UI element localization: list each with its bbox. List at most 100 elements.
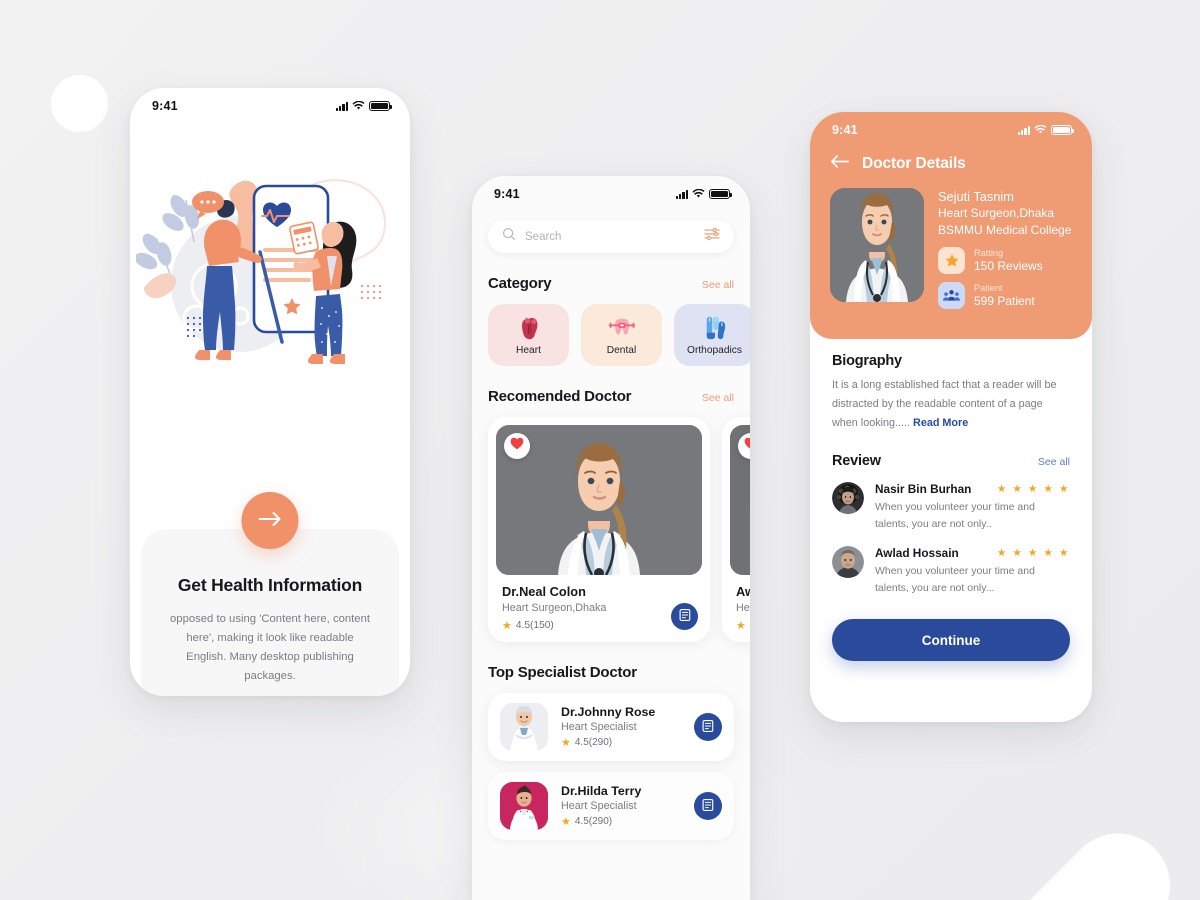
doctor-specialty: Heart Surgeon,Dhaka: [736, 602, 750, 614]
search-bar[interactable]: [488, 220, 734, 253]
stat-text: Patient 599 Patient: [974, 283, 1035, 309]
bone-joint-icon: [702, 315, 728, 341]
reviewer-name: Awlad Hossain: [875, 546, 959, 560]
status-bar: 9:41: [810, 112, 1092, 142]
category-title: Category: [488, 275, 552, 292]
biography-title: Biography: [832, 353, 902, 369]
category-see-all[interactable]: See all: [702, 279, 734, 291]
rating-value: 4.5(290): [574, 737, 613, 748]
status-bar: 9:41: [472, 176, 750, 206]
nav-row: Doctor Details: [810, 142, 1092, 174]
cellular-signal-icon: [335, 101, 348, 111]
search-input[interactable]: [525, 230, 695, 243]
top-specialist-title: Top Specialist Doctor: [488, 664, 637, 681]
category-label: Orthopadics: [687, 344, 742, 356]
doctor-rating: ★ 4.5(150): [502, 619, 696, 632]
read-more-link[interactable]: Read More: [913, 417, 968, 429]
star-icon: ★: [561, 737, 571, 749]
category-item-heart[interactable]: Heart: [488, 304, 569, 366]
decorative-pill: [969, 812, 1192, 900]
review-stars: ★ ★ ★ ★ ★: [996, 483, 1070, 495]
doctor-name: Sejuti Tasnim: [938, 189, 1014, 204]
avatar: [832, 546, 864, 578]
biography-text: It is a long established fact that a rea…: [832, 376, 1070, 433]
battery-icon: [369, 100, 393, 112]
doctor-profile: Sejuti Tasnim Heart Surgeon,Dhaka BSMMU …: [810, 174, 1092, 309]
top-specialist-section-header: Top Specialist Doctor: [472, 664, 750, 681]
doctor-info: Sejuti Tasnim Heart Surgeon,Dhaka BSMMU …: [938, 188, 1071, 309]
list-item-info: Dr.Hilda Terry Heart Specialist ★ 4.5(29…: [561, 784, 681, 828]
page-body: opposed to using 'Content here, content …: [170, 613, 370, 682]
health-information-illustration: [134, 166, 404, 396]
continue-button[interactable]: Continue: [832, 619, 1070, 661]
top-specialist-list: Dr.Johnny Rose Heart Specialist ★ 4.5(29…: [472, 693, 750, 840]
home-screen: 9:41 Search Category See all Heart Denta…: [472, 176, 750, 900]
doctor-card[interactable]: Dr.Neal Colon Heart Surgeon,Dhaka ★ 4.5(…: [488, 417, 710, 642]
reviewer-name: Nasir Bin Burhan: [875, 482, 972, 496]
category-item-orthopadics[interactable]: Orthopadics: [674, 304, 750, 366]
cellular-signal-icon: [675, 189, 688, 199]
doctor-specialty: Heart Surgeon,Dhaka: [502, 602, 607, 614]
doctor-card[interactable]: Awlad Hossain Heart Surgeon,Dhaka ★ 4.5(…: [722, 417, 750, 642]
stat-label: Patient: [974, 282, 1003, 293]
stat-label: Ratting: [974, 247, 1004, 258]
book-appointment-button[interactable]: [694, 713, 722, 741]
star-icon: ★: [502, 620, 512, 632]
onboarding-info-card: Get Health Information opposed to using …: [141, 529, 399, 696]
list-item[interactable]: Dr.Johnny Rose Heart Specialist ★ 4.5(29…: [488, 693, 734, 761]
recommended-carousel[interactable]: Dr.Neal Colon Heart Surgeon,Dhaka ★ 4.5(…: [472, 417, 750, 642]
back-button[interactable]: [830, 154, 850, 174]
next-button[interactable]: [241, 492, 299, 549]
category-section-header: Category See all: [472, 275, 750, 292]
wifi-icon: [352, 101, 365, 111]
book-appointment-icon: [701, 719, 715, 736]
review-see-all[interactable]: See all: [1038, 456, 1070, 468]
review-text: When you volunteer your time and talents…: [875, 565, 1035, 594]
book-appointment-button[interactable]: [671, 603, 698, 630]
book-appointment-icon: [701, 798, 715, 815]
book-appointment-icon: [678, 608, 692, 625]
star-icon: [938, 247, 965, 274]
battery-icon: [1051, 124, 1075, 136]
doctor-name: Dr.Hilda Terry: [561, 784, 642, 798]
biography-section: Biography It is a long established fact …: [810, 353, 1092, 597]
doctor-details-screen: 9:41 Doctor Details Sejuti Tasnim Heart …: [810, 112, 1092, 722]
review-head: Nasir Bin Burhan ★ ★ ★ ★ ★: [875, 482, 1070, 496]
review-section-header: Review See all: [832, 453, 1070, 469]
review-body: Awlad Hossain ★ ★ ★ ★ ★ When you volunte…: [875, 546, 1070, 597]
doctor-name: Dr.Neal Colon: [502, 584, 586, 599]
avatar: [500, 703, 548, 751]
recommended-see-all[interactable]: See all: [702, 392, 734, 404]
status-time: 9:41: [152, 99, 178, 113]
filter-sliders-icon[interactable]: [704, 227, 720, 246]
status-time: 9:41: [494, 187, 520, 201]
doctor-rating: ★ 4.5(290): [561, 815, 681, 828]
status-icons: [335, 100, 393, 112]
book-appointment-button[interactable]: [694, 792, 722, 820]
onboarding-screen: 9:41 Get Health Information opposed to u…: [130, 88, 410, 696]
favorite-button[interactable]: [504, 433, 530, 459]
status-icons: [1017, 124, 1075, 136]
battery-icon: [709, 188, 733, 200]
review-head: Awlad Hossain ★ ★ ★ ★ ★: [875, 546, 1070, 560]
doctor-details-header: 9:41 Doctor Details Sejuti Tasnim Heart …: [810, 112, 1092, 339]
doctor-meta: Dr.Neal Colon Heart Surgeon,Dhaka ★ 4.5(…: [496, 575, 702, 632]
list-item-info: Dr.Johnny Rose Heart Specialist ★ 4.5(29…: [561, 705, 681, 749]
doctor-specialty: Heart Surgeon,Dhaka: [938, 206, 1055, 220]
category-item-dental[interactable]: Dental: [581, 304, 662, 366]
people-icon: [938, 282, 965, 309]
stat-rating: Ratting 150 Reviews: [938, 247, 1071, 274]
review-body: Nasir Bin Burhan ★ ★ ★ ★ ★ When you volu…: [875, 482, 1070, 533]
doctor-role: Heart Specialist: [561, 800, 637, 812]
page-title: Get Health Information: [177, 575, 363, 595]
rating-value: 4.5(290): [574, 816, 613, 827]
list-item[interactable]: Dr.Hilda Terry Heart Specialist ★ 4.5(29…: [488, 772, 734, 840]
review-item: Awlad Hossain ★ ★ ★ ★ ★ When you volunte…: [832, 546, 1070, 597]
doctor-photo: [830, 188, 924, 302]
phone-home: 9:41 Search Category See all Heart Denta…: [472, 176, 750, 900]
doctor-rating: ★ 4.5(150): [736, 619, 750, 632]
doctor-role: Heart Specialist: [561, 721, 637, 733]
recommended-title: Recomended Doctor: [488, 388, 632, 405]
status-bar: 9:41: [130, 88, 410, 118]
stat-patient: Patient 599 Patient: [938, 282, 1071, 309]
